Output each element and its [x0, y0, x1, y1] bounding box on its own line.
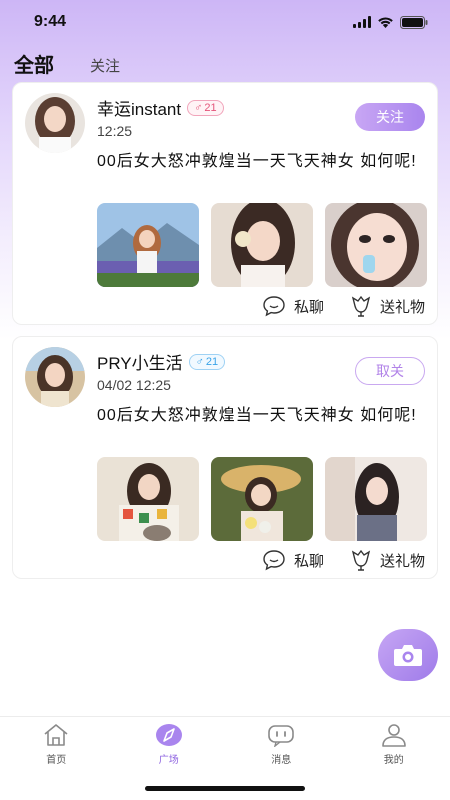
- camera-icon: [394, 645, 422, 666]
- gift-label: 送礼物: [379, 552, 425, 570]
- chat-button[interactable]: 私聊: [262, 549, 324, 571]
- post-time: 12:25: [97, 123, 133, 139]
- status-icons: [353, 15, 428, 29]
- gender-age-badge: ♂ 21: [187, 99, 224, 116]
- post-text: 00后女大怒冲敦煌当一天飞天神女 如何呢!: [97, 153, 417, 170]
- chat-label: 私聊: [293, 298, 324, 316]
- nav-home[interactable]: 首页: [0, 717, 113, 772]
- username[interactable]: 幸运instant: [97, 95, 181, 120]
- follow-button[interactable]: 关注: [355, 103, 425, 131]
- signal-icon: [353, 16, 371, 28]
- battery-icon: [400, 15, 428, 29]
- post-text: 00后女大怒冲敦煌当一天飞天神女 如何呢!: [97, 407, 417, 424]
- gift-button[interactable]: 送礼物: [350, 295, 425, 317]
- nav-profile[interactable]: 我的: [338, 717, 450, 772]
- avatar[interactable]: [25, 93, 85, 153]
- female-icon: ♂: [194, 101, 203, 114]
- age-value: 21: [205, 355, 219, 368]
- nav-messages[interactable]: 消息: [225, 717, 338, 772]
- chat-icon: [263, 550, 285, 571]
- post-photo[interactable]: [211, 457, 313, 541]
- tab-all[interactable]: 全部: [14, 49, 54, 80]
- message-icon: [268, 725, 295, 747]
- male-icon: ♂: [195, 355, 204, 368]
- post-photo[interactable]: [325, 457, 427, 541]
- username-row: PRY小生活 ♂ 21: [97, 349, 226, 374]
- home-indicator: [145, 786, 305, 791]
- gift-label: 送礼物: [379, 298, 425, 316]
- nav-messages-label: 消息: [271, 755, 292, 766]
- status-time: 9:44: [34, 13, 67, 30]
- post-photo[interactable]: [325, 203, 427, 287]
- post-photo[interactable]: [97, 457, 199, 541]
- post-photo[interactable]: [211, 203, 313, 287]
- feed-tabs: 全部 关注: [14, 48, 120, 80]
- chat-label: 私聊: [293, 552, 324, 570]
- username-row: 幸运instant ♂ 21: [97, 95, 224, 120]
- post-time: 04/02 12:25: [97, 377, 171, 393]
- flower-gift-icon: [351, 549, 371, 571]
- post-card: 幸运instant ♂ 21 12:25 关注 00后女大怒冲敦煌当一天飞天神女…: [12, 82, 438, 325]
- post-photo[interactable]: [97, 203, 199, 287]
- tab-following[interactable]: 关注: [90, 55, 120, 78]
- status-bar: 9:44: [0, 0, 450, 44]
- gift-button[interactable]: 送礼物: [350, 549, 425, 571]
- age-value: 21: [204, 101, 217, 114]
- post-actions: 私聊 送礼物: [262, 295, 425, 317]
- photo-grid: [97, 203, 427, 287]
- unfollow-button[interactable]: 取关: [355, 357, 425, 385]
- camera-post-button[interactable]: [378, 629, 438, 681]
- post-actions: 私聊 送礼物: [262, 549, 425, 571]
- profile-icon: [381, 724, 406, 747]
- bottom-navigation: 首页 广场 消息 我的: [0, 716, 450, 772]
- username[interactable]: PRY小生活: [97, 349, 183, 374]
- chat-button[interactable]: 私聊: [262, 295, 324, 317]
- nav-square-label: 广场: [158, 755, 179, 766]
- photo-grid: [97, 457, 427, 541]
- avatar[interactable]: [25, 347, 85, 407]
- nav-profile-label: 我的: [383, 755, 404, 766]
- gender-age-badge: ♂ 21: [188, 353, 226, 370]
- post-card: PRY小生活 ♂ 21 04/02 12:25 取关 00后女大怒冲敦煌当一天飞…: [12, 336, 438, 579]
- nav-home-label: 首页: [46, 755, 67, 766]
- home-icon: [44, 724, 68, 746]
- chat-icon: [263, 296, 285, 317]
- nav-square[interactable]: 广场: [113, 717, 226, 772]
- wifi-icon: [378, 17, 393, 28]
- flower-gift-icon: [351, 295, 371, 317]
- compass-icon: [155, 724, 182, 746]
